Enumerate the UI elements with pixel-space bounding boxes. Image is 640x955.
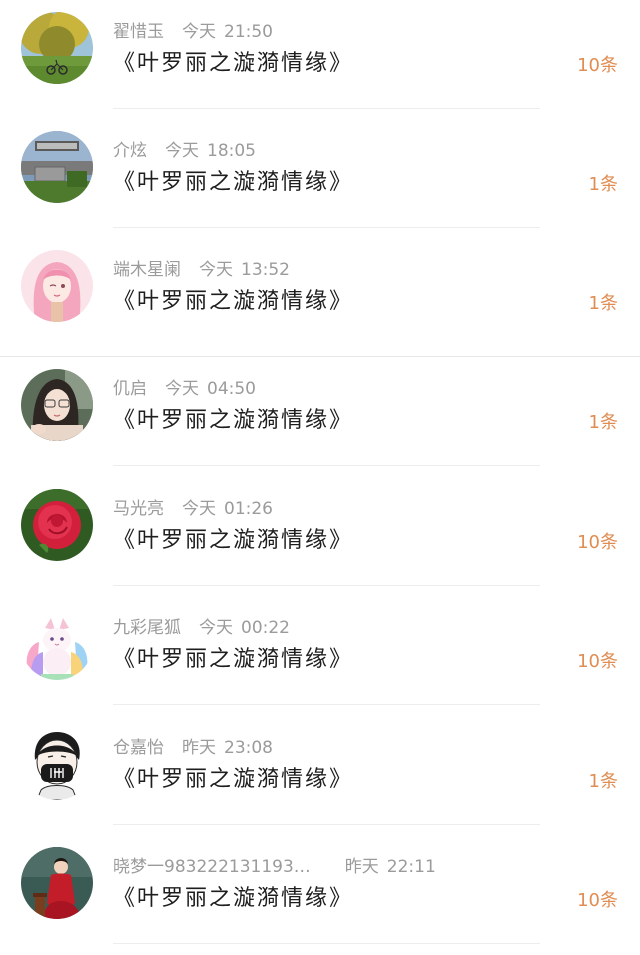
- comment-row[interactable]: 端木星阑 今天 13:52 《叶罗丽之漩漪情缘》 1条: [0, 238, 640, 357]
- comment-meta: 马光亮 今天 01:26: [113, 495, 273, 523]
- comment-time: 23:08: [224, 738, 273, 758]
- comment-time: 22:11: [386, 857, 436, 877]
- comment-row[interactable]: 晓梦一983222131193… 昨天 22:11 《叶罗丽之漩漪情缘》 10条: [0, 835, 640, 954]
- comment-row[interactable]: 仓嘉怡 昨天 23:08 《叶罗丽之漩漪情缘》 1条: [0, 716, 640, 835]
- comment-day: 今天: [165, 141, 199, 161]
- book-title[interactable]: 《叶罗丽之漩漪情缘》: [113, 764, 353, 796]
- masked-boy-avatar[interactable]: [21, 728, 93, 800]
- comment-time: 04:50: [207, 379, 256, 399]
- comment-row[interactable]: 九彩尾狐 今天 00:22 《叶罗丽之漩漪情缘》 10条: [0, 596, 640, 715]
- comment-row[interactable]: 介炫 今天 18:05 《叶罗丽之漩漪情缘》 1条: [0, 119, 640, 238]
- comment-count[interactable]: 1条: [589, 768, 618, 796]
- comment-meta: 仓嘉怡 昨天 23:08: [113, 734, 273, 762]
- park-bicycle-avatar[interactable]: [21, 12, 93, 84]
- comment-row[interactable]: 马光亮 今天 01:26 《叶罗丽之漩漪情缘》 10条: [0, 477, 640, 596]
- user-name[interactable]: 晓梦一983222131193…: [113, 857, 311, 877]
- comment-meta: 端木星阑 今天 13:52: [113, 256, 290, 284]
- comment-time: 01:26: [224, 499, 273, 519]
- pink-anime-girl-avatar[interactable]: [21, 250, 93, 322]
- comment-time: 13:52: [241, 260, 290, 280]
- comment-day: 今天: [182, 22, 216, 42]
- row-divider: [113, 585, 540, 586]
- comment-meta: 介炫 今天 18:05: [113, 137, 256, 165]
- comment-meta: 仉启 今天 04:50: [113, 375, 256, 403]
- comment-row[interactable]: 翟惜玉 今天 21:50 《叶罗丽之漩漪情缘》 10条: [0, 0, 640, 119]
- comment-row[interactable]: 仉启 今天 04:50 《叶罗丽之漩漪情缘》 1条: [0, 357, 640, 476]
- user-name[interactable]: 九彩尾狐: [113, 618, 181, 638]
- comment-time: 21:50: [224, 22, 273, 42]
- comment-day: 昨天: [344, 857, 379, 877]
- minecraft-avatar[interactable]: [21, 131, 93, 203]
- user-name[interactable]: 马光亮: [113, 499, 164, 519]
- comment-count[interactable]: 10条: [577, 887, 618, 915]
- book-title[interactable]: 《叶罗丽之漩漪情缘》: [113, 883, 353, 915]
- book-title[interactable]: 《叶罗丽之漩漪情缘》: [113, 286, 353, 318]
- row-divider: [113, 227, 540, 228]
- user-name[interactable]: 端木星阑: [113, 260, 181, 280]
- comment-count[interactable]: 1条: [589, 171, 618, 199]
- comment-list: 翟惜玉 今天 21:50 《叶罗丽之漩漪情缘》 10条 介炫 今天 18:05 《叶罗丽…: [0, 0, 640, 955]
- book-title[interactable]: 《叶罗丽之漩漪情缘》: [113, 48, 353, 80]
- comment-day: 今天: [199, 260, 233, 280]
- comment-day: 昨天: [182, 738, 216, 758]
- comment-count[interactable]: 10条: [577, 648, 618, 676]
- selfie-girl-avatar[interactable]: [21, 369, 93, 441]
- comment-count[interactable]: 1条: [589, 409, 618, 437]
- user-name[interactable]: 仉启: [113, 379, 147, 399]
- comment-meta: 晓梦一983222131193… 昨天 22:11: [113, 853, 436, 881]
- red-dress-woman-avatar[interactable]: [21, 847, 93, 919]
- red-rose-avatar[interactable]: [21, 489, 93, 561]
- comment-day: 今天: [182, 499, 216, 519]
- comment-count[interactable]: 1条: [589, 290, 618, 318]
- comment-day: 今天: [165, 379, 199, 399]
- comment-meta: 翟惜玉 今天 21:50: [113, 18, 273, 46]
- user-name[interactable]: 翟惜玉: [113, 22, 164, 42]
- row-divider: [113, 943, 540, 944]
- book-title[interactable]: 《叶罗丽之漩漪情缘》: [113, 405, 353, 437]
- user-name[interactable]: 介炫: [113, 141, 147, 161]
- comment-meta: 九彩尾狐 今天 00:22: [113, 614, 290, 642]
- row-divider: [113, 465, 540, 466]
- comment-time: 00:22: [241, 618, 290, 638]
- book-title[interactable]: 《叶罗丽之漩漪情缘》: [113, 644, 353, 676]
- comment-time: 18:05: [207, 141, 256, 161]
- book-title[interactable]: 《叶罗丽之漩漪情缘》: [113, 525, 353, 557]
- user-name[interactable]: 仓嘉怡: [113, 738, 164, 758]
- row-divider: [113, 704, 540, 705]
- comment-count[interactable]: 10条: [577, 52, 618, 80]
- row-divider: [113, 824, 540, 825]
- rainbow-fox-avatar[interactable]: [21, 608, 93, 680]
- comment-count[interactable]: 10条: [577, 529, 618, 557]
- book-title[interactable]: 《叶罗丽之漩漪情缘》: [113, 167, 353, 199]
- row-divider: [113, 108, 540, 109]
- comment-day: 今天: [199, 618, 233, 638]
